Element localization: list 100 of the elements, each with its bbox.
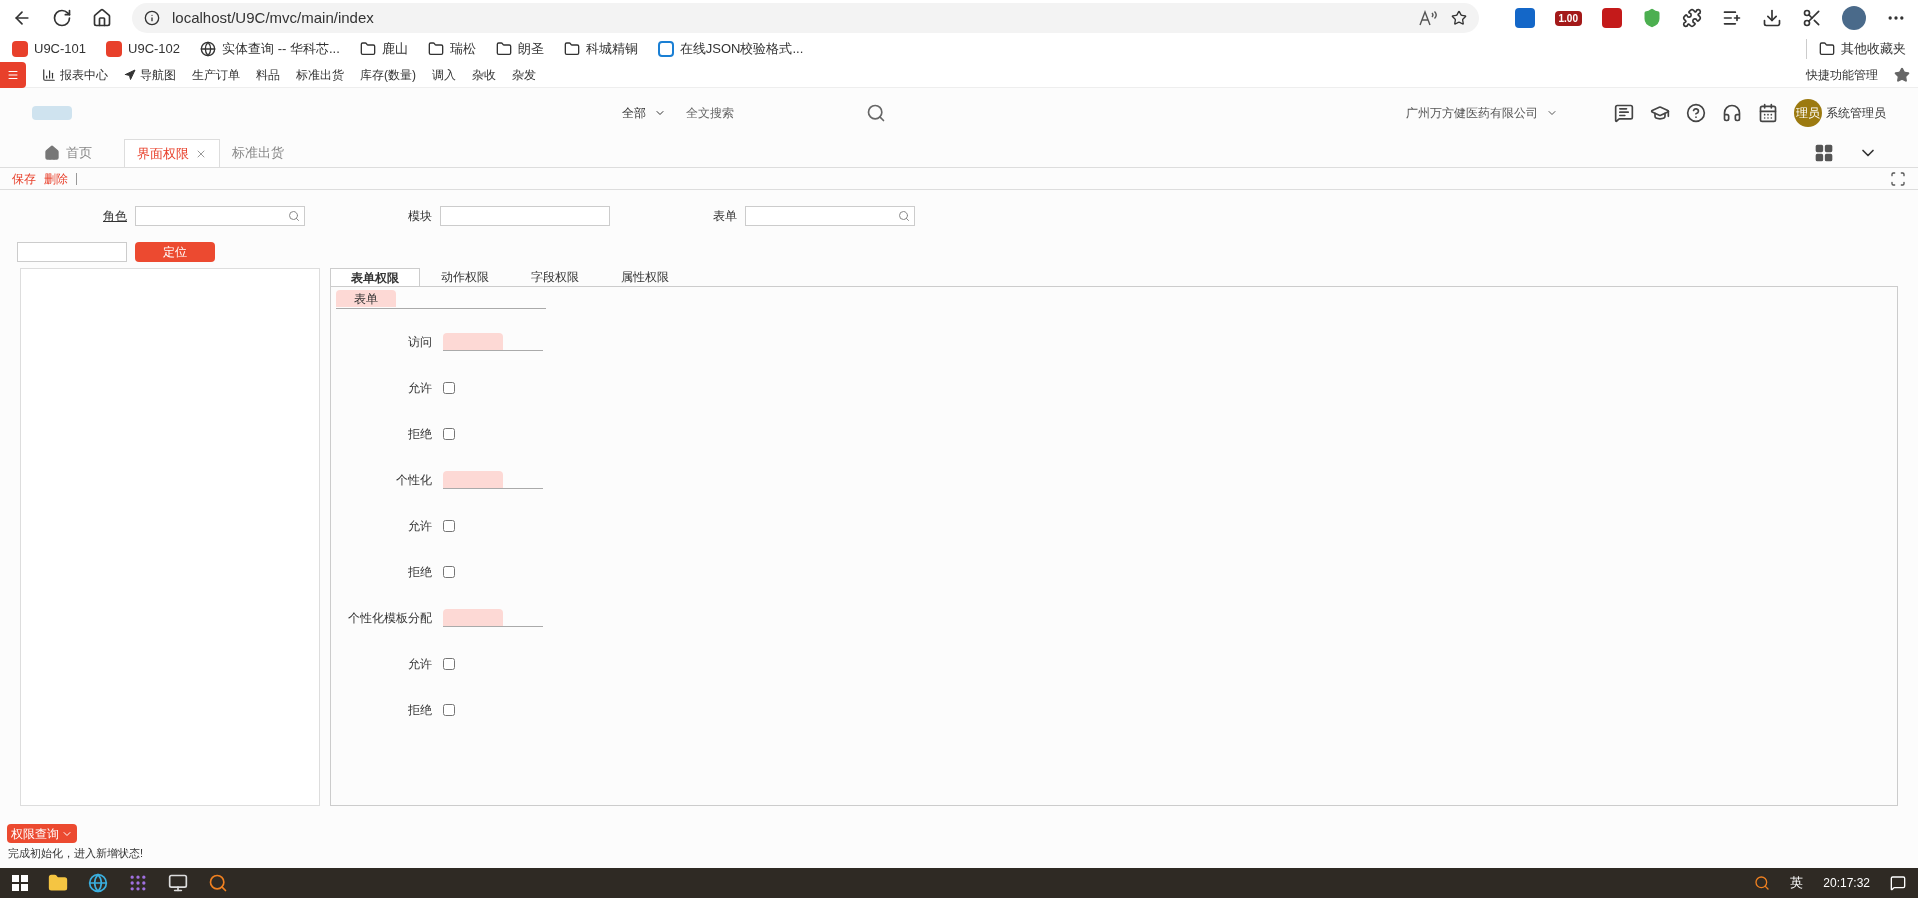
folder-icon[interactable] <box>48 873 68 893</box>
folder-icon <box>359 41 376 57</box>
screenshot-icon[interactable] <box>1802 8 1822 28</box>
notification-icon[interactable] <box>1890 875 1906 891</box>
app-icon[interactable] <box>128 873 148 893</box>
row-label: 个性化 <box>395 472 433 489</box>
quick-manage-link[interactable]: 快捷功能管理 <box>1806 65 1878 84</box>
checkbox[interactable] <box>443 658 455 670</box>
locate-field[interactable] <box>17 242 127 262</box>
monitor-icon[interactable] <box>168 873 188 893</box>
quick-menu-item[interactable]: 导航图 <box>140 65 176 84</box>
bar-chart-icon <box>42 67 56 82</box>
bookmark-link[interactable]: 鹿山 <box>381 39 408 59</box>
bookmark-link[interactable]: 实体查询 -- 华科芯... <box>222 39 340 59</box>
checkbox[interactable] <box>443 566 455 578</box>
bookmark-link[interactable]: 朗圣 <box>517 39 544 59</box>
bookmark-link[interactable]: 在线JSON校验格式... <box>679 39 804 59</box>
row-label: 个性化模板分配 <box>347 610 433 627</box>
extension-badge[interactable]: 1.00 <box>1554 10 1582 26</box>
bookmark-link[interactable]: U9C-102 <box>128 39 181 59</box>
permission-tab[interactable]: 属性权限 <box>600 268 690 286</box>
page-tab[interactable]: 首页 <box>32 139 124 167</box>
profile-avatar[interactable] <box>1842 6 1866 30</box>
filter-field[interactable] <box>440 206 610 226</box>
filter-field[interactable] <box>135 206 305 226</box>
address-bar[interactable]: localhost/U9C/mvc/main/index <box>132 3 1479 33</box>
home-icon[interactable] <box>92 8 112 28</box>
info-icon[interactable] <box>144 10 160 26</box>
message-icon[interactable] <box>1614 103 1634 123</box>
group-field <box>443 471 503 488</box>
navigation-arrow-icon <box>124 68 136 81</box>
star-icon[interactable] <box>1894 66 1910 83</box>
reload-icon[interactable] <box>52 8 72 28</box>
scope-dropdown[interactable]: 全部 <box>622 104 666 122</box>
headset-icon[interactable] <box>1722 103 1742 123</box>
menu-icon <box>7 68 19 81</box>
quick-menu-item[interactable]: 生产订单 <box>192 65 240 84</box>
checkbox[interactable] <box>443 382 455 394</box>
filter-field[interactable] <box>745 206 915 226</box>
favorite-star-icon[interactable] <box>1450 10 1467 26</box>
bookmark-link[interactable]: 科城精铜 <box>585 39 638 59</box>
user-name[interactable]: 系统管理员 <box>1826 104 1886 122</box>
favorites-icon[interactable] <box>1722 8 1742 28</box>
permission-tab[interactable]: 表单权限 <box>330 268 420 286</box>
grid-icon[interactable] <box>1814 143 1834 163</box>
bookmark-link[interactable]: U9C-101 <box>34 39 87 59</box>
shield-icon[interactable] <box>1642 8 1662 28</box>
graduation-cap-icon[interactable] <box>1650 103 1670 123</box>
app-logo-icon <box>106 41 123 57</box>
page-tab[interactable]: 标准出货 <box>220 139 296 167</box>
search-field[interactable]: 全文搜索 <box>686 104 866 122</box>
bracket-logo-icon <box>657 41 674 57</box>
search-icon[interactable] <box>288 210 300 222</box>
start-icon[interactable] <box>12 875 28 891</box>
quick-menu-item[interactable]: 报表中心 <box>60 65 108 84</box>
quick-menu-item[interactable]: 料品 <box>256 65 280 84</box>
section-tab[interactable]: 表单 <box>336 290 396 307</box>
search-icon[interactable] <box>208 873 228 893</box>
bookmark-link[interactable]: 瑞松 <box>449 39 476 59</box>
clock[interactable]: 20:17:32 <box>1823 874 1870 892</box>
ime-indicator[interactable]: 英 <box>1790 873 1804 893</box>
quick-menu-item[interactable]: 杂收 <box>472 65 496 84</box>
filter-label: 模块 <box>408 208 432 225</box>
checkbox[interactable] <box>443 520 455 532</box>
folder-icon <box>427 41 444 57</box>
locate-button[interactable]: 定位 <box>135 242 215 262</box>
toolbar-link[interactable]: 删除 <box>44 169 68 188</box>
bookmark-link[interactable]: 其他收藏夹 <box>1841 39 1906 59</box>
calendar-icon[interactable] <box>1758 103 1778 123</box>
query-dropdown-button[interactable]: 权限查询 <box>7 824 77 843</box>
fullscreen-icon[interactable] <box>1890 170 1906 187</box>
permission-tab[interactable]: 字段权限 <box>510 268 600 286</box>
page-tab[interactable]: 界面权限 <box>124 139 220 167</box>
user-avatar[interactable]: 理员 <box>1794 99 1822 127</box>
home-icon <box>44 145 60 161</box>
checkbox[interactable] <box>443 428 455 440</box>
search-icon[interactable] <box>898 210 910 222</box>
quick-menu-item[interactable]: 调入 <box>432 65 456 84</box>
help-icon[interactable] <box>1686 103 1706 123</box>
extensions-icon[interactable] <box>1682 8 1702 28</box>
filter-label: 角色 <box>103 208 127 225</box>
menu-button[interactable] <box>0 61 26 88</box>
status-text: 完成初始化，进入新增状态! <box>7 846 145 861</box>
quick-menu-item[interactable]: 标准出货 <box>296 65 344 84</box>
company-dropdown[interactable]: 广州万方健医药有限公司 <box>1406 104 1558 122</box>
folder-icon <box>1819 41 1835 57</box>
quick-menu-item[interactable]: 库存(数量) <box>360 65 416 84</box>
permission-tab[interactable]: 动作权限 <box>420 268 510 286</box>
row-label: 拒绝 <box>407 702 433 719</box>
toolbar-link[interactable]: 保存 <box>12 169 36 188</box>
browser-icon[interactable] <box>88 873 108 893</box>
search-icon[interactable] <box>866 103 886 123</box>
quick-menu-item[interactable]: 杂发 <box>512 65 536 84</box>
checkbox[interactable] <box>443 704 455 716</box>
download-icon[interactable] <box>1762 8 1782 28</box>
folder-icon <box>495 41 512 57</box>
globe-icon <box>200 41 217 57</box>
read-aloud-icon[interactable] <box>1418 10 1439 26</box>
url-text: localhost/U9C/mvc/main/index <box>172 7 375 28</box>
search-icon[interactable] <box>1754 875 1771 891</box>
